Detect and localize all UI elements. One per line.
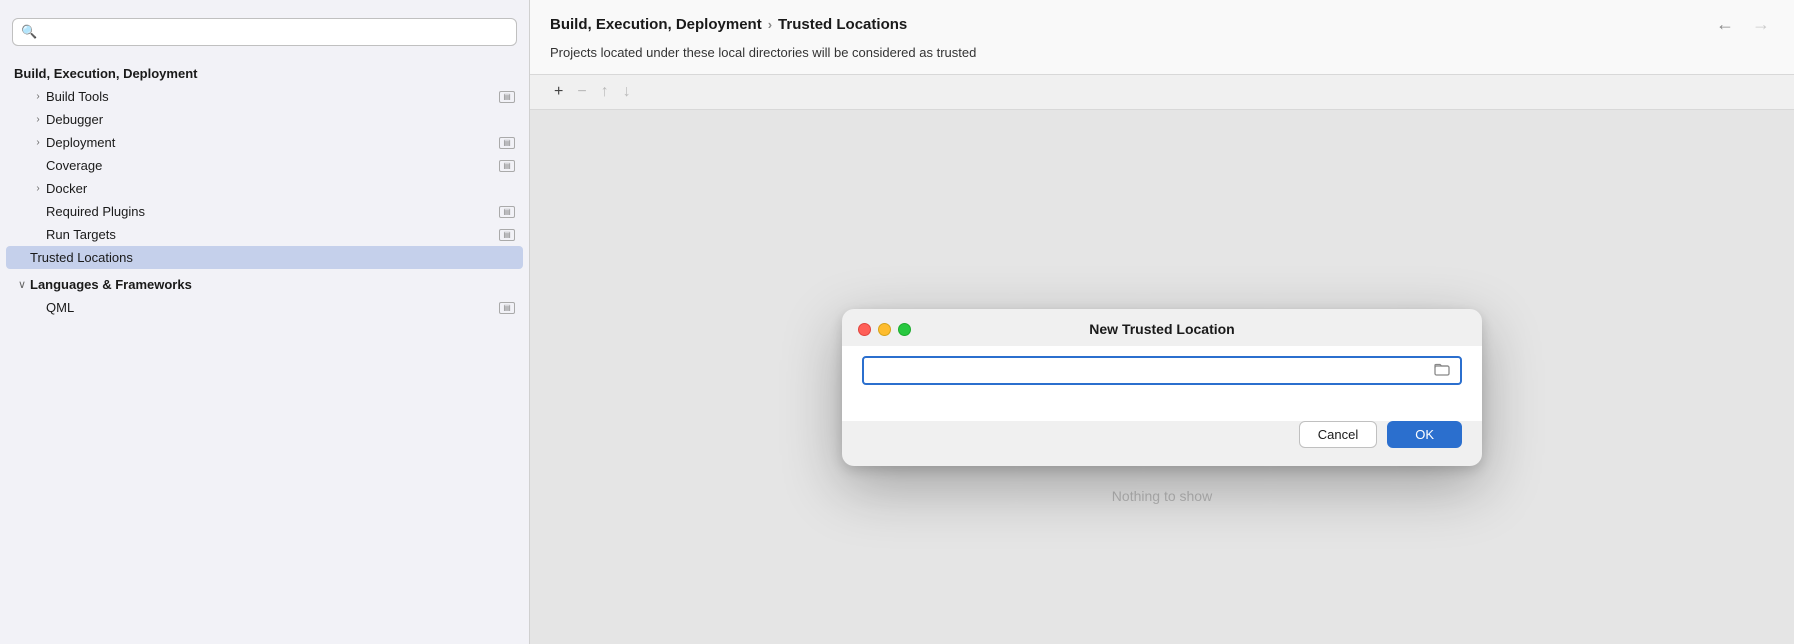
new-trusted-location-dialog: New Trusted Location Cancel	[842, 309, 1482, 466]
traffic-lights	[858, 323, 911, 336]
settings-icon: ▤	[499, 91, 515, 103]
sidebar-item-required-plugins[interactable]: › Required Plugins ▤	[0, 200, 529, 223]
breadcrumb-separator: ›	[768, 17, 772, 32]
ok-button[interactable]: OK	[1387, 421, 1462, 448]
move-up-button[interactable]: ↑	[597, 81, 613, 103]
forward-button[interactable]: →	[1748, 14, 1774, 35]
location-input-row	[862, 356, 1462, 385]
sidebar-item-deployment[interactable]: › Deployment ▤	[0, 131, 529, 154]
sidebar-item-run-targets[interactable]: › Run Targets ▤	[0, 223, 529, 246]
back-button[interactable]: ←	[1712, 14, 1738, 35]
minimize-window-button[interactable]	[878, 323, 891, 336]
dialog-body	[842, 346, 1482, 421]
dialog-title: New Trusted Location	[1089, 321, 1234, 337]
sidebar-item-languages-frameworks[interactable]: ∨ Languages & Frameworks	[0, 273, 529, 296]
location-input[interactable]	[872, 363, 1426, 378]
dialog-overlay: New Trusted Location Cancel	[530, 110, 1794, 644]
nav-section-build: Build, Execution, Deployment	[0, 62, 529, 85]
search-input[interactable]	[43, 25, 508, 40]
sidebar-item-coverage[interactable]: › Coverage ▤	[0, 154, 529, 177]
sidebar-item-qml[interactable]: › QML ▤	[0, 296, 529, 319]
breadcrumb-parent: Build, Execution, Deployment	[550, 16, 762, 33]
sidebar-item-docker[interactable]: › Docker	[0, 177, 529, 200]
add-button[interactable]: +	[550, 81, 567, 103]
settings-icon: ▤	[499, 206, 515, 218]
move-down-button[interactable]: ↓	[619, 81, 635, 103]
right-panel: Build, Execution, Deployment › Trusted L…	[530, 0, 1794, 644]
close-window-button[interactable]	[858, 323, 871, 336]
sidebar-item-build-tools[interactable]: › Build Tools ▤	[0, 85, 529, 108]
settings-icon: ▤	[499, 160, 515, 172]
page-header: Build, Execution, Deployment › Trusted L…	[530, 0, 1794, 45]
dialog-titlebar: New Trusted Location	[842, 309, 1482, 346]
chevron-right-icon: ›	[30, 183, 46, 194]
maximize-window-button[interactable]	[898, 323, 911, 336]
chevron-right-icon: ›	[30, 114, 46, 125]
search-bar[interactable]: 🔍	[12, 18, 517, 46]
sidebar-item-trusted-locations[interactable]: › Trusted Locations	[6, 246, 523, 269]
settings-icon: ▤	[499, 137, 515, 149]
nav-arrows: ← →	[1712, 14, 1774, 35]
sidebar-item-debugger[interactable]: › Debugger	[0, 108, 529, 131]
chevron-right-icon: ›	[30, 91, 46, 102]
content-area: Nothing to show New Trusted Location	[530, 110, 1794, 644]
dialog-buttons: Cancel OK	[842, 421, 1482, 466]
toolbar: + − ↑ ↓	[530, 74, 1794, 110]
browse-folder-button[interactable]	[1432, 362, 1452, 379]
page-description: Projects located under these local direc…	[530, 45, 1794, 74]
settings-icon: ▤	[499, 302, 515, 314]
chevron-down-icon: ∨	[14, 278, 30, 291]
cancel-button[interactable]: Cancel	[1299, 421, 1377, 448]
search-icon: 🔍	[21, 24, 37, 40]
remove-button[interactable]: −	[573, 81, 590, 103]
breadcrumb-current: Trusted Locations	[778, 16, 907, 33]
settings-icon: ▤	[499, 229, 515, 241]
chevron-right-icon: ›	[30, 137, 46, 148]
left-panel: 🔍 Build, Execution, Deployment › Build T…	[0, 0, 530, 644]
breadcrumb: Build, Execution, Deployment › Trusted L…	[550, 16, 907, 33]
